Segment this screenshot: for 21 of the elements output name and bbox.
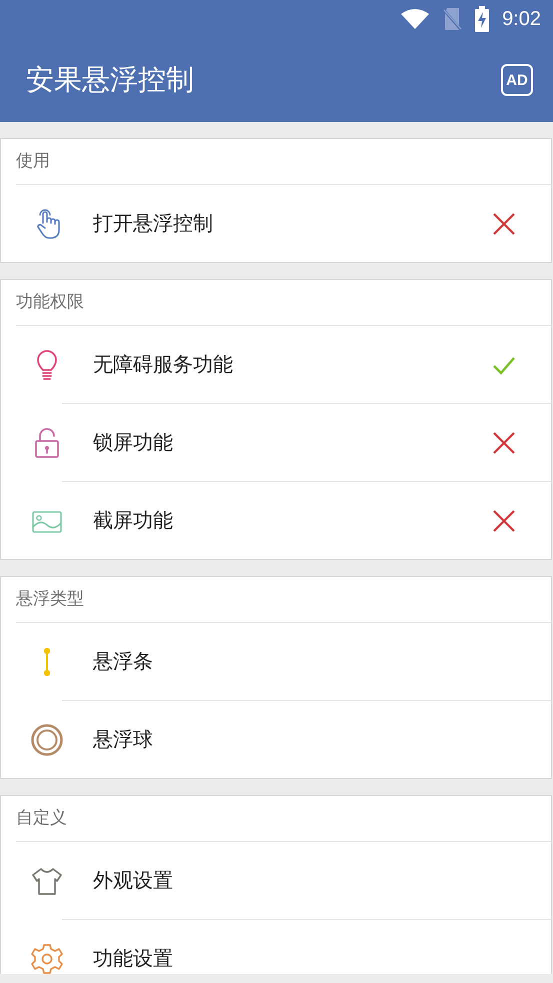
- menu-item-label[interactable]: 截屏功能: [93, 507, 491, 534]
- wifi-icon: [400, 8, 430, 30]
- no-sim-icon: [442, 7, 462, 31]
- menu-item-label[interactable]: 锁屏功能: [93, 429, 491, 456]
- gear-icon: [30, 942, 64, 974]
- section-header: 悬浮类型: [16, 577, 551, 623]
- menu-item-label[interactable]: 打开悬浮控制: [93, 210, 491, 237]
- clock-time: 9:02: [502, 8, 541, 30]
- battery-charging-icon: [474, 6, 490, 32]
- ad-button[interactable]: AD: [501, 64, 533, 96]
- section-header: 使用: [16, 139, 551, 185]
- menu-item-label[interactable]: 悬浮条: [93, 648, 551, 675]
- section-header: 自定义: [16, 796, 551, 842]
- menu-item-label[interactable]: 外观设置: [93, 867, 551, 894]
- vertical-bar-icon: [44, 648, 50, 676]
- menu-item-label[interactable]: 无障碍服务功能: [93, 351, 491, 378]
- app-title: 安果悬浮控制: [26, 62, 194, 98]
- menu-item-label[interactable]: 悬浮球: [93, 726, 551, 753]
- section-header: 功能权限: [16, 280, 551, 326]
- ring-icon: [30, 722, 64, 756]
- menu-item-label[interactable]: 功能设置: [93, 945, 551, 972]
